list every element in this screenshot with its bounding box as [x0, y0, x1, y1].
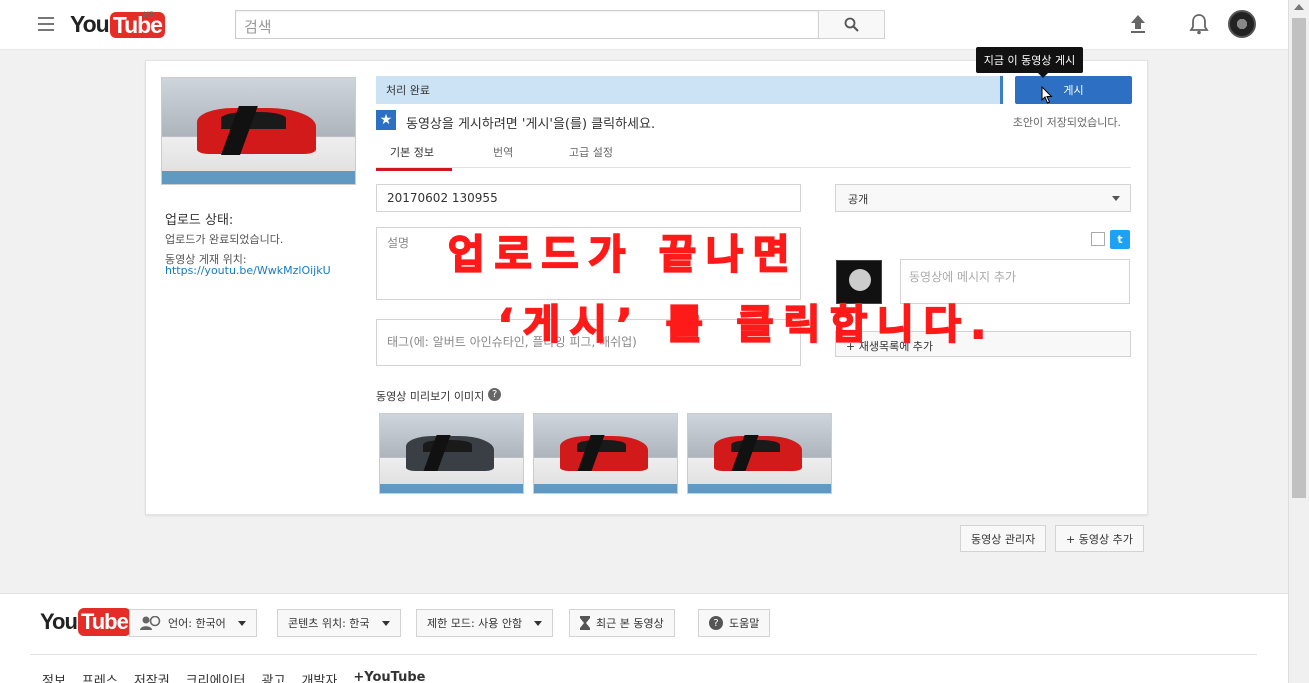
- upload-status-text: 업로드가 완료되었습니다.: [165, 233, 284, 246]
- video-manager-button[interactable]: 동영상 관리자: [960, 525, 1047, 552]
- content-location-button[interactable]: 콘텐츠 위치: 한국: [277, 609, 401, 637]
- search-input[interactable]: 검색: [235, 10, 819, 39]
- masthead: You Tube KR 검색: [0, 0, 1288, 50]
- video-link[interactable]: https://youtu.be/WwkMzlOijkU: [165, 264, 331, 277]
- annotation-line-2: ‘게시’ 를 클릭합니다.: [497, 301, 996, 349]
- tab-translation[interactable]: 번역: [493, 144, 513, 168]
- privacy-select[interactable]: 공개: [835, 184, 1131, 212]
- people-icon: [140, 616, 161, 630]
- footer-link-advertise[interactable]: 광고: [262, 670, 286, 683]
- footer-link-plus-youtube[interactable]: +YouTube: [353, 670, 425, 683]
- help-button[interactable]: ? 도움말: [698, 609, 771, 637]
- tab-basic-info[interactable]: 기본 정보: [376, 144, 452, 171]
- restricted-mode-button[interactable]: 제한 모드: 사용 안함: [416, 609, 554, 637]
- upload-icon[interactable]: [1129, 14, 1147, 34]
- publish-tooltip: 지금 이 동영상 게시: [976, 47, 1083, 78]
- chevron-down-icon: [237, 620, 246, 626]
- search-icon: [844, 17, 859, 32]
- publish-button[interactable]: 게시: [1015, 76, 1132, 104]
- twitter-icon[interactable]: t: [1110, 230, 1130, 249]
- scroll-up-arrow[interactable]: [1294, 4, 1304, 10]
- page-scrollbar[interactable]: [1288, 0, 1309, 683]
- title-input[interactable]: 20170602 130955: [376, 184, 801, 212]
- footer-link-copyright[interactable]: 저작권: [134, 670, 170, 683]
- menu-icon[interactable]: [38, 17, 54, 31]
- footer-divider: [30, 654, 1257, 655]
- language-button[interactable]: 언어: 한국어: [129, 609, 257, 637]
- footer-link-press[interactable]: 프레스: [82, 670, 118, 683]
- hourglass-icon: [580, 616, 590, 630]
- footer-youtube-logo[interactable]: You Tube: [40, 608, 131, 636]
- edit-tabs: 기본 정보 번역 고급 설정: [376, 140, 1131, 171]
- tab-advanced-settings[interactable]: 고급 설정: [569, 144, 613, 168]
- chevron-down-icon: [381, 620, 390, 626]
- chevron-down-icon: [534, 620, 543, 626]
- star-icon: ★: [376, 110, 396, 130]
- share-checkbox[interactable]: [1091, 232, 1105, 246]
- thumbnail-option[interactable]: [533, 413, 678, 494]
- chevron-down-icon: [1112, 196, 1120, 201]
- history-button[interactable]: 최근 본 동영상: [569, 609, 675, 637]
- footer-link-about[interactable]: 정보: [42, 670, 66, 683]
- processing-progress-bar: 처리 완료: [376, 76, 1003, 104]
- annotation-line-1: 업로드가 끝나면: [447, 231, 800, 279]
- scroll-thumb[interactable]: [1292, 18, 1306, 498]
- draft-saved-status: 초안이 저장되었습니다.: [1012, 116, 1121, 129]
- mouse-cursor-icon: [1041, 86, 1053, 104]
- help-icon: ?: [709, 616, 723, 630]
- footer-link-creators[interactable]: 크리에이터: [186, 670, 246, 683]
- thumbnail-option[interactable]: [379, 413, 524, 494]
- add-video-button[interactable]: + 동영상 추가: [1055, 525, 1144, 552]
- thumbnails-label: 동영상 미리보기 이미지?: [376, 388, 502, 404]
- bell-icon[interactable]: [1189, 13, 1209, 35]
- publish-instruction: 동영상을 게시하려면 '게시'을(를) 클릭하세요.: [406, 117, 656, 132]
- search-button[interactable]: [818, 10, 885, 39]
- region-label: KR: [143, 11, 156, 21]
- thumbnail-option[interactable]: [687, 413, 832, 494]
- upload-status-title: 업로드 상태:: [165, 213, 234, 228]
- footer-link-developers[interactable]: 개발자: [301, 670, 337, 683]
- video-thumbnail: [161, 77, 356, 185]
- account-avatar[interactable]: [1228, 10, 1256, 38]
- help-icon[interactable]: ?: [488, 388, 502, 401]
- footer-links: 정보 프레스 저작권 크리에이터 광고 개발자 +YouTube: [42, 670, 425, 683]
